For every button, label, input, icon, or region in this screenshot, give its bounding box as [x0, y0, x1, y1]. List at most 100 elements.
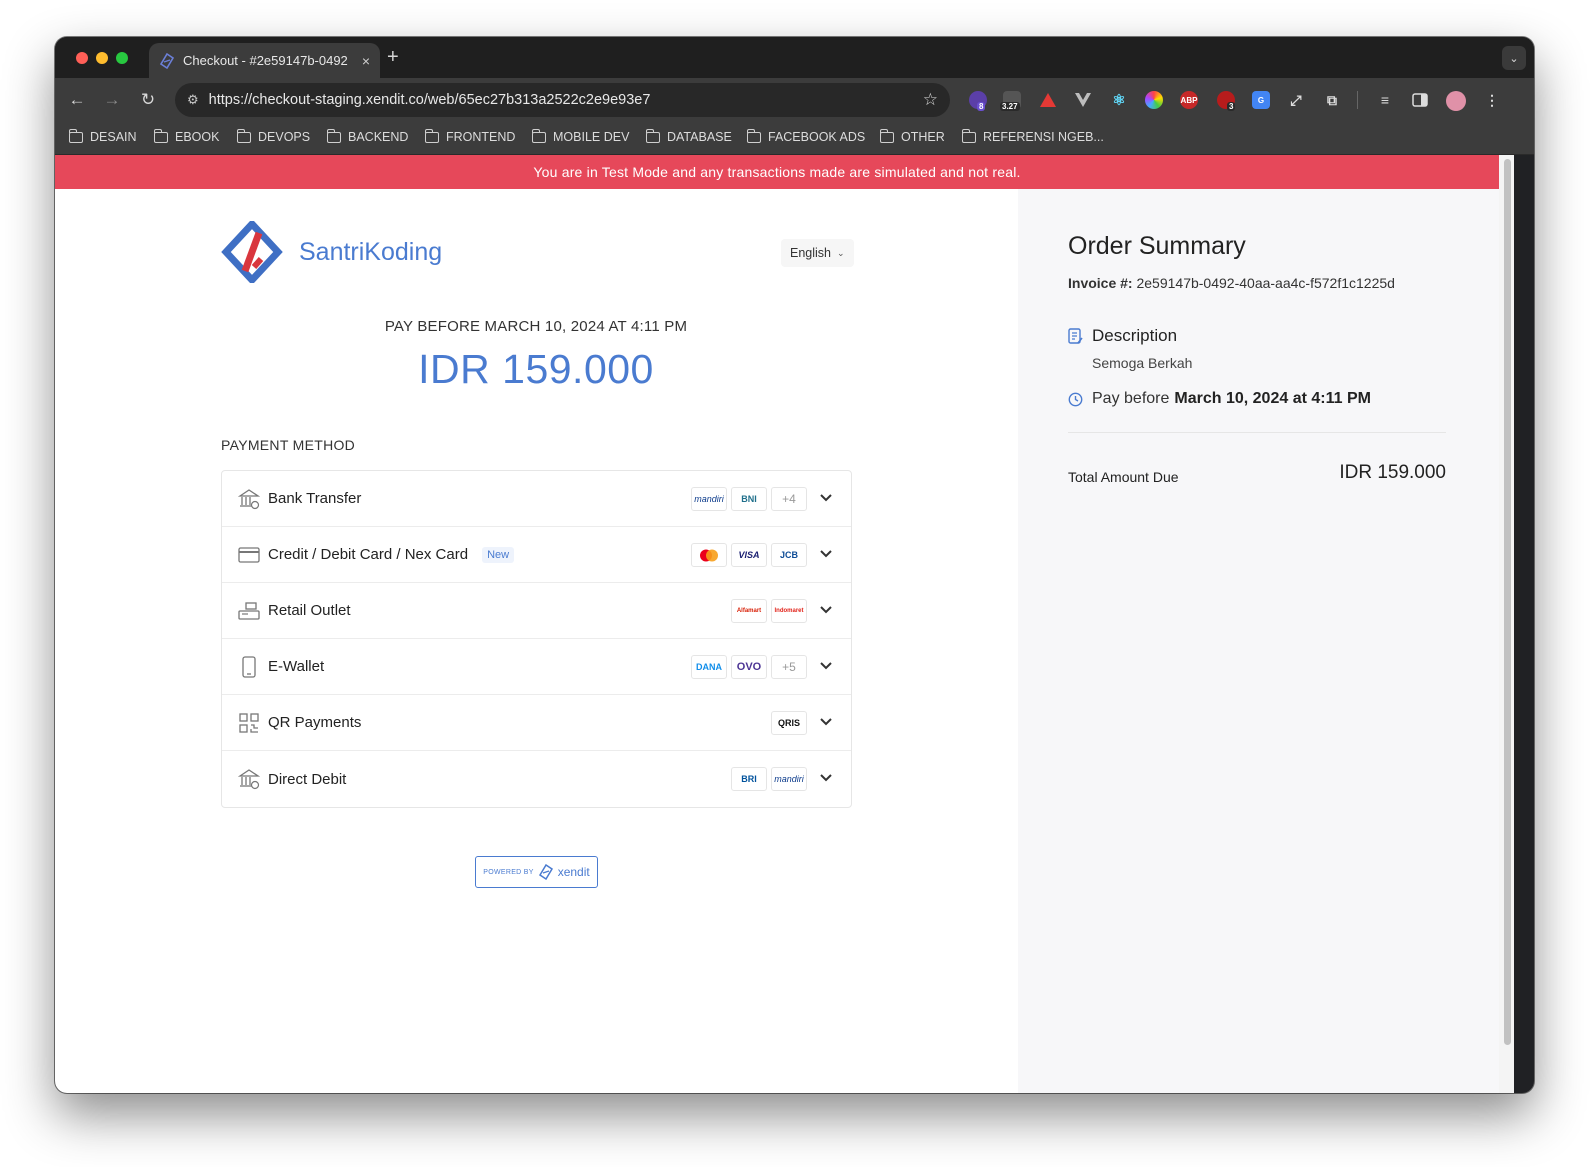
payment-logos: QRIS	[767, 711, 807, 735]
tab-search-chevron-icon[interactable]: ⌄	[1502, 46, 1526, 70]
folder-icon	[746, 128, 761, 143]
profile-avatar[interactable]	[1446, 91, 1466, 111]
new-tab-button[interactable]: +	[387, 46, 399, 69]
powered-by-label: POWERED BY	[483, 868, 534, 876]
chevron-down-icon[interactable]	[819, 770, 833, 786]
payment-method-bank-transfer[interactable]: Bank Transfer mandiri BNI +4	[222, 471, 851, 527]
description-value: Semoga Berkah	[1092, 355, 1193, 371]
reload-icon[interactable]: ↻	[138, 90, 158, 110]
santrikoding-logo-icon	[221, 221, 283, 283]
active-tab[interactable]: Checkout - #2e59147b-0492 ×	[149, 43, 380, 78]
payment-method-direct-debit[interactable]: Direct Debit BRI mandiri	[222, 751, 851, 807]
payment-method-qr-payments[interactable]: QR Payments QRIS	[222, 695, 851, 751]
mastercard-logo-icon	[691, 543, 727, 567]
bookmark-label: BACKEND	[348, 130, 409, 144]
google-translate-icon[interactable]: G	[1252, 91, 1270, 109]
folder-icon	[68, 128, 83, 143]
page-scrollbar-thumb[interactable]	[1504, 159, 1511, 1045]
bookmark-folder-mobile-dev[interactable]: MOBILE DEV	[531, 128, 630, 144]
merchant-name: SantriKoding	[299, 237, 443, 266]
tab-close-icon[interactable]: ×	[362, 53, 370, 69]
cash-register-icon	[238, 600, 260, 622]
maximize-window-button[interactable]	[116, 52, 128, 64]
chevron-down-icon[interactable]	[819, 602, 833, 618]
bank-icon	[238, 488, 260, 510]
pay-before-prefix: Pay before	[1092, 390, 1170, 407]
checkout-page: You are in Test Mode and any transaction…	[55, 155, 1499, 1093]
more-banks-count: +4	[771, 487, 807, 511]
bookmark-label: MOBILE DEV	[553, 130, 630, 144]
bookmark-folder-devops[interactable]: DEVOPS	[236, 128, 311, 144]
bookmark-label: DEVOPS	[258, 130, 311, 144]
folder-icon	[879, 128, 894, 143]
bookmark-folder-other[interactable]: OTHER	[879, 128, 945, 144]
more-ewallets-count: +5	[771, 655, 807, 679]
description-heading: Description	[1068, 326, 1177, 346]
jcb-logo: JCB	[771, 543, 807, 567]
bookmark-star-icon[interactable]: ☆	[923, 90, 938, 110]
xendit-brand: xendit	[557, 865, 590, 879]
payment-method-retail-outlet[interactable]: Retail Outlet Alfamart Indomaret	[222, 583, 851, 639]
total-amount-due-label: Total Amount Due	[1068, 469, 1179, 485]
bookmark-folder-ebook[interactable]: EBOOK	[153, 128, 219, 144]
side-panel-icon[interactable]	[1411, 91, 1429, 109]
forward-arrow-icon[interactable]: →	[102, 90, 122, 110]
payment-method-card[interactable]: Credit / Debit Card / Nex Card New VISA …	[222, 527, 851, 583]
browser-menu-icon[interactable]: ⋮	[1483, 91, 1501, 109]
powered-by-xendit-badge[interactable]: POWERED BY xendit	[475, 856, 598, 888]
chevron-down-icon[interactable]	[819, 658, 833, 674]
chevron-down-icon[interactable]	[819, 714, 833, 730]
alfamart-logo: Alfamart	[731, 599, 767, 623]
payment-method-name: Retail Outlet	[268, 602, 351, 619]
site-settings-icon[interactable]: ⚙	[187, 92, 199, 108]
back-arrow-icon[interactable]: ←	[67, 90, 87, 110]
resize-icon[interactable]: ⤢	[1287, 91, 1305, 109]
clock-icon	[1068, 392, 1083, 406]
bookmark-folder-desain[interactable]: DESAIN	[68, 128, 137, 144]
pay-before-heading: PAY BEFORE MARCH 10, 2024 AT 4:11 PM	[384, 318, 688, 335]
chevron-down-icon[interactable]	[819, 490, 833, 506]
minimize-window-button[interactable]	[96, 52, 108, 64]
payment-logos: DANA OVO +5	[687, 655, 807, 679]
bookmark-folder-backend[interactable]: BACKEND	[326, 128, 409, 144]
payment-method-heading: PAYMENT METHOD	[221, 437, 356, 453]
vue-devtools-icon[interactable]	[1074, 91, 1092, 109]
bookmark-label: OTHER	[901, 130, 945, 144]
bookmark-label: DESAIN	[90, 130, 137, 144]
xendit-favicon-icon	[159, 52, 175, 69]
close-window-button[interactable]	[76, 52, 88, 64]
bookmark-folder-facebook-ads[interactable]: FACEBOOK ADS	[746, 128, 866, 144]
payment-logos: VISA JCB	[687, 543, 807, 567]
bookmark-label: FACEBOOK ADS	[768, 130, 866, 144]
total-amount-due-value: IDR 159.000	[1339, 462, 1446, 483]
adblock-icon[interactable]: ABP	[1180, 91, 1198, 109]
media-controls-icon[interactable]: ≡	[1376, 91, 1394, 109]
chevron-down-icon[interactable]	[819, 546, 833, 562]
language-selector[interactable]: English ⌄	[781, 239, 854, 267]
bookmark-folder-referensi[interactable]: REFERENSI NGEB...	[961, 128, 1104, 144]
payment-method-name: Direct Debit	[268, 770, 347, 788]
payment-method-e-wallet[interactable]: E-Wallet DANA OVO +5	[222, 639, 851, 695]
browser-window: Checkout - #2e59147b-0492 × + ⌄ ← → ↻ ⚙ …	[55, 37, 1534, 1093]
invoice-number: Invoice #: 2e59147b-0492-40aa-aa4c-f572f…	[1068, 275, 1395, 291]
extension-badge-1: 8	[977, 102, 986, 111]
payment-method-name: QR Payments	[268, 714, 362, 731]
pay-before-row: Pay before March 10, 2024 at 4:11 PM	[1068, 390, 1371, 408]
warning-triangle-icon[interactable]	[1039, 91, 1057, 109]
order-summary-panel: Order Summary Invoice #: 2e59147b-0492-4…	[1018, 189, 1499, 1093]
react-devtools-icon[interactable]: ⚛	[1110, 91, 1128, 109]
url-text[interactable]: https://checkout-staging.xendit.co/web/6…	[209, 92, 923, 108]
color-picker-icon[interactable]	[1145, 91, 1163, 109]
indomaret-logo: Indomaret	[771, 599, 807, 623]
bookmark-folder-frontend[interactable]: FRONTEND	[424, 128, 515, 144]
chevron-down-icon: ⌄	[837, 247, 845, 258]
extensions-puzzle-icon[interactable]: ⧉	[1323, 91, 1341, 109]
merchant-logo: SantriKoding	[221, 221, 442, 283]
bni-logo: BNI	[731, 487, 767, 511]
payment-logos: Alfamart Indomaret	[727, 599, 807, 623]
address-bar[interactable]: ⚙ https://checkout-staging.xendit.co/web…	[175, 83, 950, 117]
amount-due: IDR 159.000	[418, 346, 654, 392]
bookmark-folder-database[interactable]: DATABASE	[645, 128, 732, 144]
pay-before-value: March 10, 2024 at 4:11 PM	[1174, 390, 1371, 407]
folder-icon	[645, 128, 660, 143]
